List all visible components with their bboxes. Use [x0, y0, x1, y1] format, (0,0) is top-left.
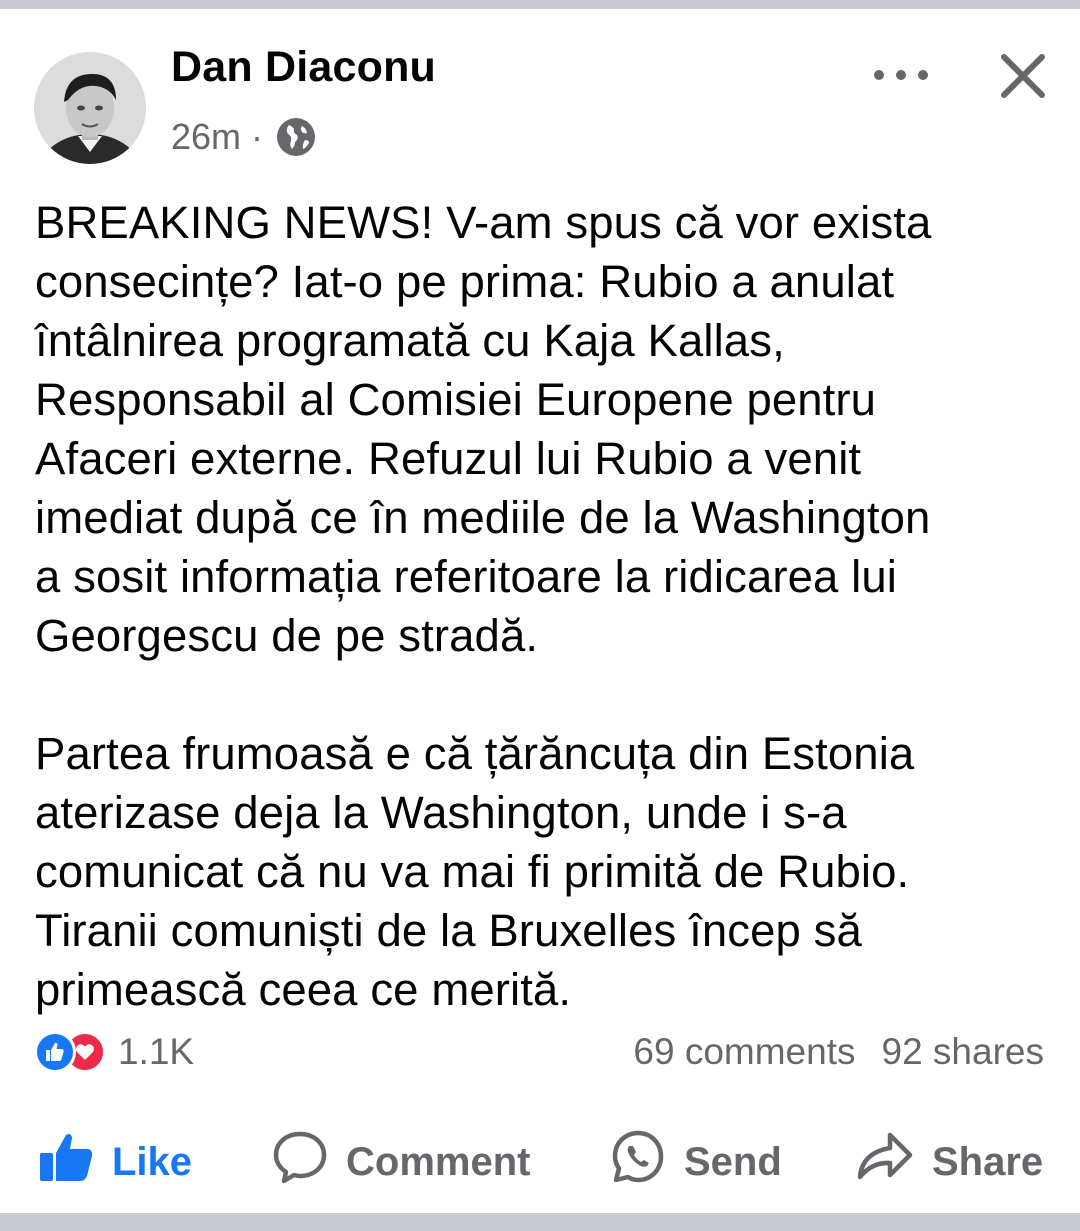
author-name[interactable]: Dan Diaconu [171, 41, 436, 93]
close-icon [1001, 54, 1045, 98]
post-meta: 26m · [171, 115, 317, 159]
reactions-summary[interactable]: 1.1K [34, 1029, 194, 1075]
post-body: BREAKING NEWS! V-am spus că vor exista c… [35, 193, 1065, 1019]
globe-icon [275, 116, 317, 158]
post-time[interactable]: 26m [171, 116, 241, 158]
reaction-count: 1.1K [118, 1031, 195, 1072]
send-button[interactable]: Send [610, 1125, 782, 1199]
action-bar: Like Comment Send Share [0, 1125, 1080, 1199]
like-label: Like [112, 1139, 193, 1184]
engagement-stats: 69 comments 92 shares [633, 1029, 1044, 1075]
post-paragraph-2: Partea frumoasă e că țărăncuța din Eston… [35, 728, 915, 1015]
comment-label: Comment [346, 1139, 531, 1184]
comments-count[interactable]: 69 comments [633, 1031, 855, 1073]
more-options-button[interactable] [866, 53, 936, 97]
post-card: Dan Diaconu 26m · BREAKING NEWS! V-am sp… [0, 9, 1080, 1213]
like-reaction-icon [34, 1031, 76, 1073]
like-button[interactable]: Like [38, 1125, 192, 1199]
thumbs-up-icon [38, 1131, 94, 1193]
meta-separator: · [251, 116, 264, 157]
share-label: Share [932, 1139, 1044, 1184]
close-button[interactable] [992, 45, 1054, 107]
avatar[interactable] [34, 52, 146, 164]
shares-count[interactable]: 92 shares [882, 1031, 1045, 1073]
share-button[interactable]: Share [856, 1125, 1043, 1199]
more-icon [874, 70, 928, 80]
send-label: Send [684, 1139, 782, 1184]
comment-button[interactable]: Comment [272, 1125, 530, 1199]
comment-icon [272, 1129, 328, 1195]
whatsapp-icon [610, 1129, 666, 1195]
post-paragraph-1: BREAKING NEWS! V-am spus că vor exista c… [35, 197, 932, 661]
share-icon [856, 1131, 914, 1193]
